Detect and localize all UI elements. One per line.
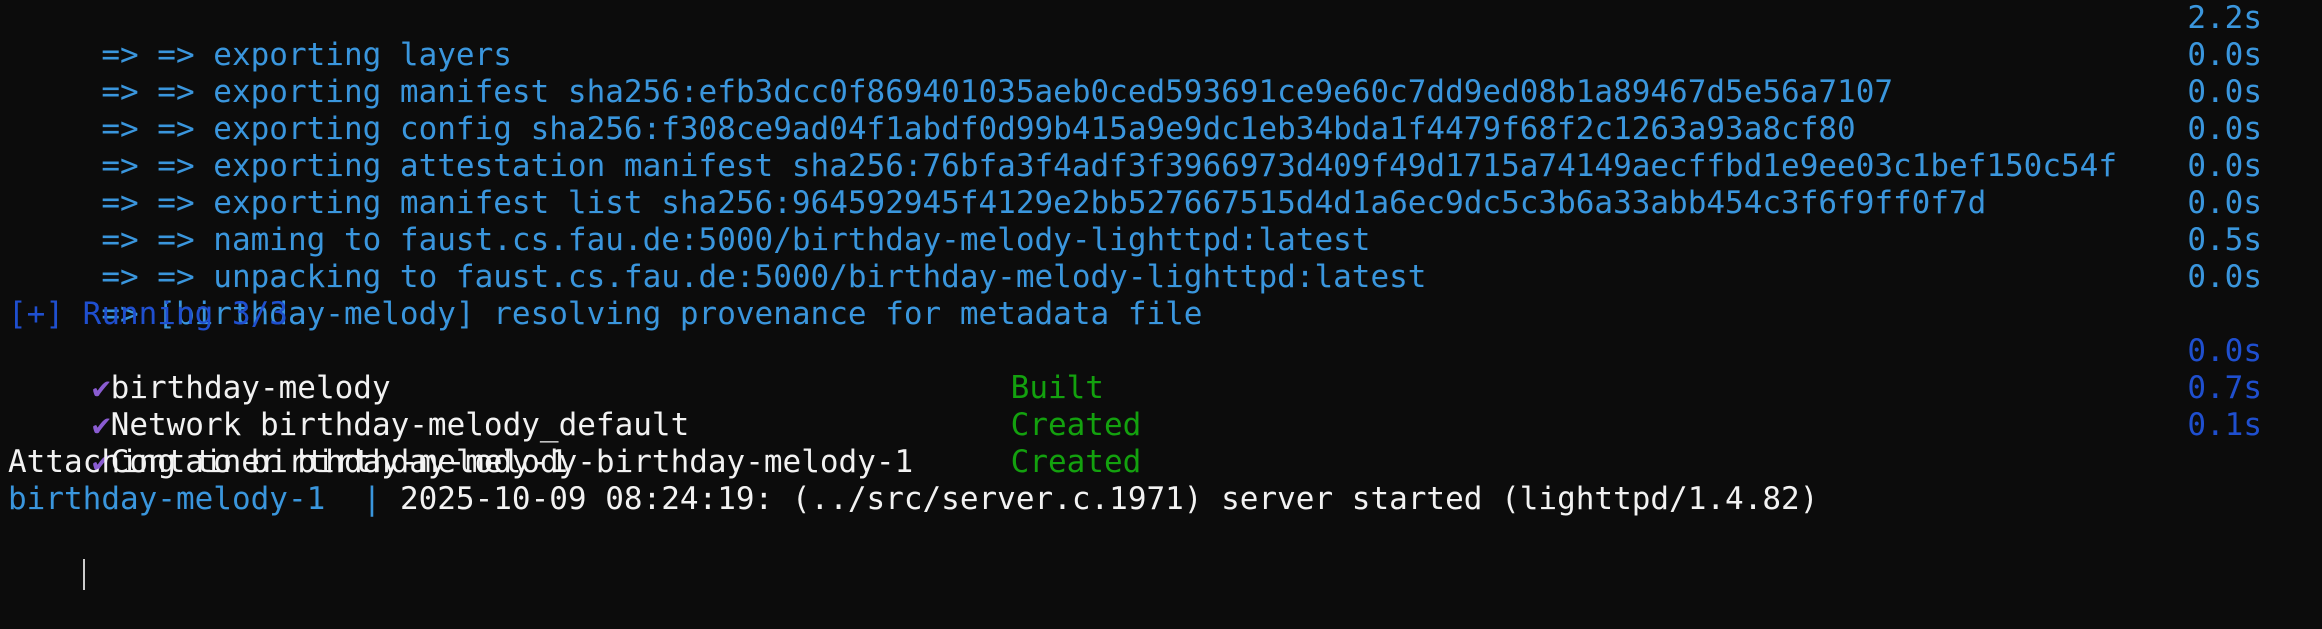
build-step-duration: 0.5s xyxy=(2187,222,2262,258)
service-row: ✔birthday-melody Built 0.0s xyxy=(8,333,2314,406)
build-step-duration: 0.0s xyxy=(2187,111,2262,147)
build-step-line: => => exporting attestation manifest sha… xyxy=(8,111,2314,184)
attach-line: Attaching to birthday-melody-1 xyxy=(8,444,568,480)
build-step-line: => => exporting layers 2.2s xyxy=(8,0,2314,73)
log-message: 2025-10-09 08:24:19: (../src/server.c.19… xyxy=(399,481,1819,517)
build-step-line: => => exporting manifest sha256:efb3dcc0… xyxy=(8,37,2314,110)
text-cursor xyxy=(82,559,85,590)
build-step-line: => => exporting manifest list sha256:964… xyxy=(8,148,2314,221)
build-step-line: => => exporting config sha256:f308ce9ad0… xyxy=(8,74,2314,147)
log-prefix: birthday-melody-1 | xyxy=(8,481,400,517)
prompt-line[interactable] xyxy=(8,518,2314,590)
service-row: ✔Network birthday-melody_default Created … xyxy=(8,370,2314,443)
build-step-line: => => unpacking to faust.cs.fau.de:5000/… xyxy=(8,222,2314,295)
build-step-duration: 2.2s xyxy=(2187,0,2262,36)
service-duration: 0.0s xyxy=(2187,333,2262,369)
build-step-line: => [birthday-melody] resolving provenanc… xyxy=(8,259,2314,332)
service-duration: 0.7s xyxy=(2187,370,2262,406)
build-step-duration: 0.0s xyxy=(2187,185,2262,221)
service-duration: 0.1s xyxy=(2187,407,2262,443)
build-step-duration: 0.0s xyxy=(2187,37,2262,73)
service-row: ✔Container birthday-melody-birthday-melo… xyxy=(8,407,2314,480)
running-header: [+] Running 3/3 xyxy=(8,296,288,332)
build-step-duration: 0.0s xyxy=(2187,259,2262,295)
build-step-line: => => naming to faust.cs.fau.de:5000/bir… xyxy=(8,185,2314,258)
build-step-duration: 0.0s xyxy=(2187,74,2262,110)
log-line: birthday-melody-1 | 2025-10-09 08:24:19:… xyxy=(8,481,2314,518)
build-step-duration: 0.0s xyxy=(2187,148,2262,184)
terminal-window[interactable]: => => exporting layers 2.2s => => export… xyxy=(0,0,2322,590)
